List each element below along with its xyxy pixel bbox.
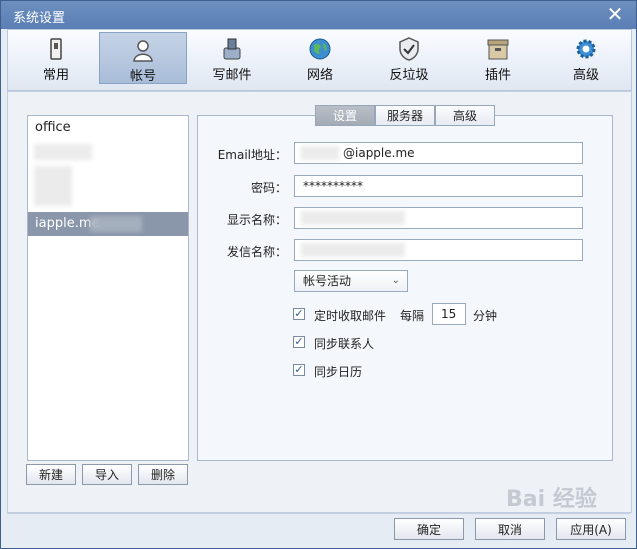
sender-name-field[interactable] <box>294 239 583 261</box>
fetch-interval-input[interactable]: 15 <box>432 303 466 325</box>
toolbar-label: 帐号 <box>129 69 156 84</box>
redaction-blur <box>301 146 339 160</box>
auto-fetch-checkbox[interactable]: ✓ <box>293 308 305 320</box>
advanced-icon <box>576 39 596 59</box>
redaction-blur <box>301 243 405 257</box>
redaction-blur <box>90 216 142 232</box>
settings-window: 系统设置 ✕ 常用 帐号 写邮件 网络 反垃圾 插件 高级 office iap… <box>0 0 637 549</box>
account-list[interactable]: office iapple.me <box>27 115 189 461</box>
toolbar-label: 插件 <box>484 68 511 83</box>
every-label: 每隔 <box>400 309 425 323</box>
redaction-blur <box>301 211 405 225</box>
toolbar-item-network[interactable]: 网络 <box>276 32 364 84</box>
settings-toolbar: 常用 帐号 写邮件 网络 反垃圾 插件 高级 <box>7 29 632 91</box>
delete-account-button[interactable]: 删除 <box>138 464 188 485</box>
toolbar-label: 常用 <box>42 68 69 83</box>
auto-fetch-label: 定时收取邮件 <box>314 309 387 323</box>
plugin-icon <box>487 39 509 60</box>
chevron-down-icon: ⌄ <box>391 275 400 286</box>
toolbar-item-plugin[interactable]: 插件 <box>454 32 542 84</box>
toolbar-label: 高级 <box>572 68 599 83</box>
toolbar-item-antispam[interactable]: 反垃圾 <box>365 32 453 84</box>
watermark: Bai 经验 <box>506 487 597 512</box>
redaction-blur <box>34 166 72 206</box>
tab-settings[interactable]: 设置 <box>315 105 375 126</box>
toolbar-label: 反垃圾 <box>389 68 429 83</box>
antispam-icon <box>399 37 419 61</box>
account-list-item[interactable]: office <box>28 116 188 140</box>
general-icon <box>50 38 62 60</box>
minutes-label: 分钟 <box>473 309 498 323</box>
sync-calendar-label: 同步日历 <box>314 365 363 379</box>
apply-button[interactable]: 应用(A) <box>556 518 626 540</box>
toolbar-item-advanced[interactable]: 高级 <box>542 32 630 84</box>
display-name-label: 显示名称： <box>226 213 287 227</box>
account-status-select[interactable]: 帐号活动 ⌄ <box>294 270 408 292</box>
email-label: Email地址： <box>217 148 287 162</box>
footer-divider <box>7 513 630 514</box>
sync-calendar-checkbox[interactable]: ✓ <box>293 364 305 376</box>
sync-contacts-checkbox[interactable]: ✓ <box>293 336 305 348</box>
sync-contacts-label: 同步联系人 <box>314 337 375 351</box>
display-name-field[interactable] <box>294 207 583 229</box>
toolbar-label: 网络 <box>306 68 333 83</box>
email-field[interactable]: @iapple.me <box>294 142 583 164</box>
new-account-button[interactable]: 新建 <box>26 464 76 485</box>
tab-advanced[interactable]: 高级 <box>435 105 495 126</box>
password-label: 密码： <box>250 181 287 195</box>
sender-name-label: 发信名称： <box>226 245 287 259</box>
title-bar[interactable]: 系统设置 ✕ <box>1 1 636 29</box>
password-field[interactable]: ********** <box>294 175 583 197</box>
toolbar-item-account[interactable]: 帐号 <box>99 32 187 84</box>
toolbar-label: 写邮件 <box>212 68 252 83</box>
network-icon <box>309 38 331 60</box>
account-status-value: 帐号活动 <box>303 274 352 288</box>
tab-server[interactable]: 服务器 <box>375 105 435 126</box>
redaction-blur <box>34 144 92 160</box>
toolbar-item-general[interactable]: 常用 <box>12 32 100 84</box>
window-title: 系统设置 <box>13 11 66 26</box>
cancel-button[interactable]: 取消 <box>475 518 545 540</box>
close-icon[interactable]: ✕ <box>604 3 626 25</box>
ok-button[interactable]: 确定 <box>394 518 464 540</box>
import-account-button[interactable]: 导入 <box>82 464 132 485</box>
email-value: @iapple.me <box>343 146 415 160</box>
compose-icon <box>223 38 241 60</box>
toolbar-item-compose[interactable]: 写邮件 <box>188 32 276 84</box>
account-icon <box>133 40 153 62</box>
